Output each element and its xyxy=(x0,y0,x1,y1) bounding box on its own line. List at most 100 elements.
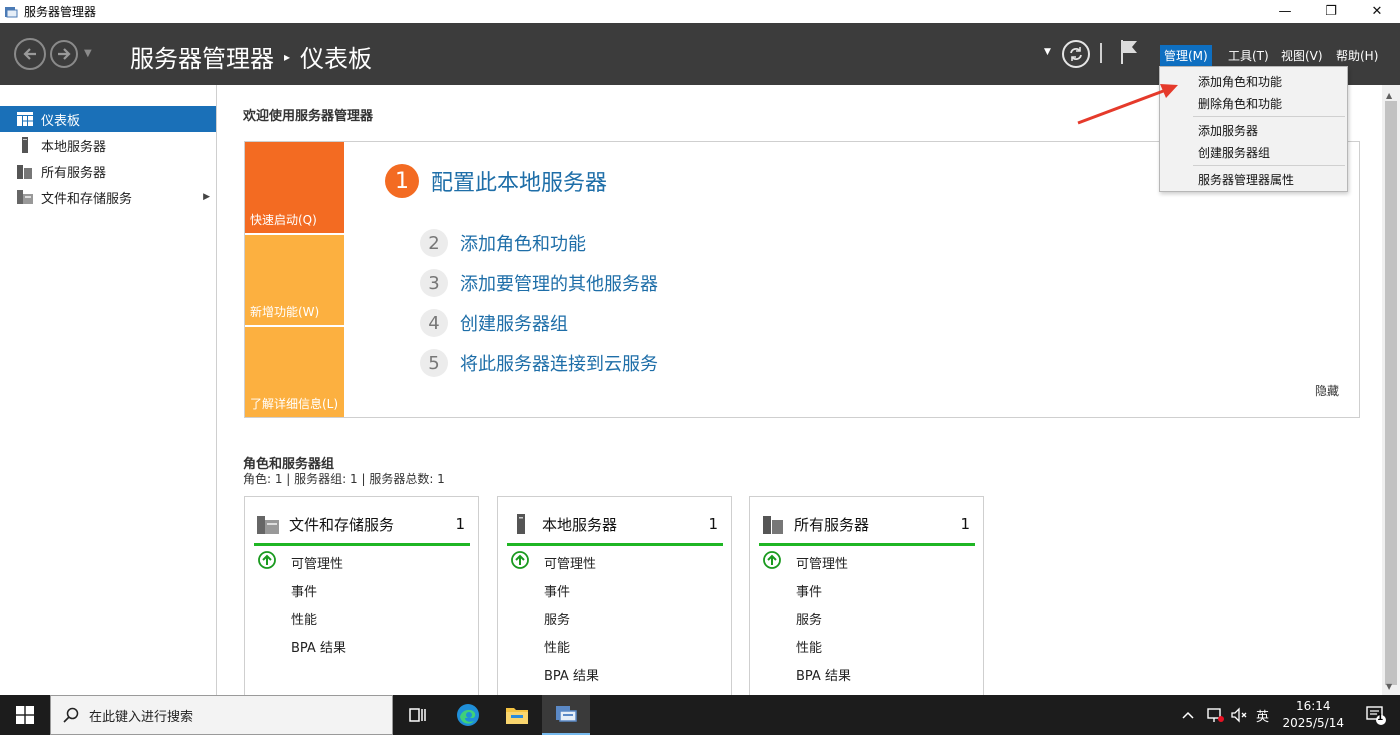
search-placeholder: 在此键入进行搜索 xyxy=(89,709,194,725)
card-row-services[interactable]: 服务 xyxy=(796,609,822,628)
network-status[interactable] xyxy=(1206,695,1224,735)
card-row-bpa[interactable]: BPA 结果 xyxy=(796,665,851,684)
breadcrumb-current: 仪表板 xyxy=(300,45,373,73)
menu-help[interactable]: 帮助(H) xyxy=(1332,45,1382,66)
arrow-left-icon xyxy=(23,48,36,60)
scroll-thumb[interactable] xyxy=(1385,101,1397,685)
menu-separator xyxy=(1193,116,1345,117)
taskbar-edge[interactable] xyxy=(444,695,492,735)
step-label[interactable]: 将此服务器连接到云服务 xyxy=(460,350,658,376)
window-title: 服务器管理器 xyxy=(24,5,97,19)
step-number: 4 xyxy=(420,309,448,337)
step-label[interactable]: 添加角色和功能 xyxy=(460,230,586,256)
step-label[interactable]: 添加要管理的其他服务器 xyxy=(460,270,658,296)
menu-item-remove-roles[interactable]: 删除角色和功能 xyxy=(1198,95,1282,112)
sidebar-item-file-storage[interactable]: 文件和存储服务 ▶ xyxy=(0,184,216,210)
maximize-button[interactable]: ❐ xyxy=(1308,0,1354,23)
scroll-up-icon[interactable]: ▲ xyxy=(1386,91,1392,100)
task-view-icon xyxy=(409,708,426,722)
card-count: 1 xyxy=(708,515,718,533)
card-local-server[interactable]: 本地服务器 1 可管理性 事件 服务 性能 BPA 结果 xyxy=(497,496,732,695)
hide-link[interactable]: 隐藏 xyxy=(1315,382,1339,399)
card-header[interactable]: 所有服务器 1 xyxy=(762,511,974,537)
tile-whats-new[interactable]: 新增功能(W) xyxy=(245,235,344,325)
step-connect-cloud[interactable]: 5 将此服务器连接到云服务 xyxy=(420,349,658,377)
up-arrow-ok-icon xyxy=(258,551,276,569)
sidebar-item-label: 所有服务器 xyxy=(41,165,107,181)
sidebar-item-dashboard[interactable]: 仪表板 xyxy=(0,106,216,132)
step-number: 1 xyxy=(385,164,419,198)
menu-item-create-server-group[interactable]: 创建服务器组 xyxy=(1198,144,1270,161)
minimize-button[interactable]: — xyxy=(1262,0,1308,23)
card-row-services[interactable]: 服务 xyxy=(544,609,570,628)
scroll-down-icon[interactable]: ▼ xyxy=(1386,682,1392,691)
notifications-flag-icon[interactable] xyxy=(1118,38,1140,66)
card-header[interactable]: 本地服务器 1 xyxy=(510,511,722,537)
card-row-bpa[interactable]: BPA 结果 xyxy=(291,637,346,656)
card-row-manageability[interactable]: 可管理性 xyxy=(796,553,848,572)
breadcrumb-root[interactable]: 服务器管理器 xyxy=(130,39,274,74)
clock-date: 2025/5/14 xyxy=(1282,716,1344,730)
action-center-button[interactable]: 1 xyxy=(1366,705,1386,725)
card-row-performance[interactable]: 性能 xyxy=(796,637,822,656)
card-row-events[interactable]: 事件 xyxy=(291,581,317,600)
breadcrumb: 服务器管理器 ▸ 仪表板 xyxy=(130,39,372,74)
step-label[interactable]: 创建服务器组 xyxy=(460,310,568,336)
vertical-scrollbar[interactable]: ▲ ▼ xyxy=(1382,85,1400,695)
left-navigation: 仪表板 本地服务器 所有服务器 文件和存储服务 ▶ xyxy=(0,85,217,695)
forward-button[interactable] xyxy=(50,40,78,68)
volume-status[interactable] xyxy=(1230,695,1248,735)
card-row-manageability[interactable]: 可管理性 xyxy=(291,553,343,572)
roles-summary: 角色: 1 | 服务器组: 1 | 服务器总数: 1 xyxy=(243,472,445,486)
menu-view[interactable]: 视图(V) xyxy=(1277,45,1327,66)
card-row-events[interactable]: 事件 xyxy=(544,581,570,600)
sidebar-item-local-server[interactable]: 本地服务器 xyxy=(0,132,216,158)
menu-manage[interactable]: 管理(M) xyxy=(1160,45,1212,66)
folder-icon xyxy=(506,708,528,724)
sidebar-item-all-servers[interactable]: 所有服务器 xyxy=(0,158,216,184)
header-divider xyxy=(1100,43,1102,63)
refresh-button[interactable] xyxy=(1062,40,1090,68)
taskbar-clock[interactable]: 16:14 2025/5/14 xyxy=(1282,698,1344,732)
menu-item-properties[interactable]: 服务器管理器属性 xyxy=(1198,171,1294,188)
history-dropdown[interactable]: ▼ xyxy=(84,48,92,59)
menu-tools[interactable]: 工具(T) xyxy=(1224,45,1273,66)
card-file-storage[interactable]: 文件和存储服务 1 可管理性 事件 性能 BPA 结果 xyxy=(244,496,479,695)
step-number: 2 xyxy=(420,229,448,257)
chevron-up-icon xyxy=(1182,711,1194,719)
task-view-button[interactable] xyxy=(394,695,442,735)
card-row-events[interactable]: 事件 xyxy=(796,581,822,600)
taskbar-server-manager[interactable] xyxy=(542,695,590,735)
step-add-servers[interactable]: 3 添加要管理的其他服务器 xyxy=(420,269,658,297)
card-row-performance[interactable]: 性能 xyxy=(544,637,570,656)
card-header[interactable]: 文件和存储服务 1 xyxy=(257,511,469,537)
menu-item-add-servers[interactable]: 添加服务器 xyxy=(1198,122,1258,139)
annotation-arrow xyxy=(1077,84,1178,125)
step-configure-local[interactable]: 1 配置此本地服务器 xyxy=(385,164,607,198)
start-button[interactable] xyxy=(0,695,50,735)
card-row-bpa[interactable]: BPA 结果 xyxy=(544,665,599,684)
menu-item-add-roles[interactable]: 添加角色和功能 xyxy=(1198,73,1282,90)
card-row-performance[interactable]: 性能 xyxy=(291,609,317,628)
breadcrumb-separator: ▸ xyxy=(284,49,291,64)
search-icon xyxy=(63,707,79,723)
card-row-manageability[interactable]: 可管理性 xyxy=(544,553,596,572)
card-all-servers[interactable]: 所有服务器 1 可管理性 事件 服务 性能 BPA 结果 xyxy=(749,496,984,695)
step-label[interactable]: 配置此本地服务器 xyxy=(431,165,607,197)
input-method[interactable]: 英 xyxy=(1256,695,1269,735)
step-add-roles[interactable]: 2 添加角色和功能 xyxy=(420,229,586,257)
close-button[interactable]: ✕ xyxy=(1354,0,1400,23)
refresh-dropdown[interactable]: ▼ xyxy=(1044,47,1051,57)
show-hidden-icons[interactable] xyxy=(1182,695,1194,735)
tile-quick-start[interactable]: 快速启动(Q) xyxy=(245,142,344,233)
expand-arrow-icon[interactable]: ▶ xyxy=(203,192,210,202)
back-button[interactable] xyxy=(14,38,46,70)
volume-muted-icon xyxy=(1231,707,1247,723)
tile-learn-more[interactable]: 了解详细信息(L) xyxy=(245,327,344,417)
edge-browser-icon xyxy=(457,704,479,726)
clock-time: 16:14 xyxy=(1295,699,1331,713)
step-create-group[interactable]: 4 创建服务器组 xyxy=(420,309,568,337)
manage-dropdown-menu: 添加角色和功能 删除角色和功能 添加服务器 创建服务器组 服务器管理器属性 xyxy=(1159,66,1348,192)
taskbar-search[interactable]: 在此键入进行搜索 xyxy=(50,695,393,735)
taskbar-file-explorer[interactable] xyxy=(493,695,541,735)
